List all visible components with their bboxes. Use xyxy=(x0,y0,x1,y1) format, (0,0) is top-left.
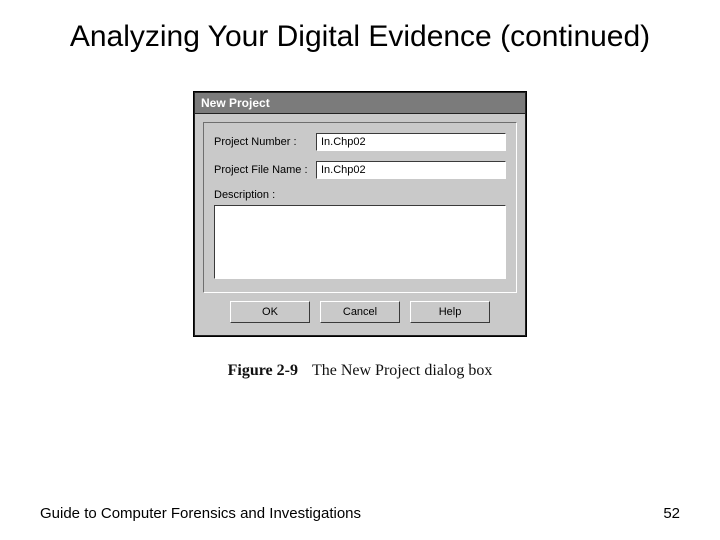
figure-text: The New Project dialog box xyxy=(312,362,492,379)
new-project-dialog: New Project Project Number : Project Fil… xyxy=(194,92,526,336)
page-title: Analyzing Your Digital Evidence (continu… xyxy=(40,18,680,56)
dialog-figure: New Project Project Number : Project Fil… xyxy=(40,92,680,380)
dialog-button-row: OK Cancel Help xyxy=(195,301,525,335)
project-number-input[interactable] xyxy=(316,133,506,151)
project-number-row: Project Number : xyxy=(214,133,506,151)
dialog-titlebar: New Project xyxy=(195,93,525,114)
figure-caption: Figure 2-9 The New Project dialog box xyxy=(228,362,493,380)
cancel-button[interactable]: Cancel xyxy=(320,301,400,323)
figure-label: Figure 2-9 xyxy=(228,362,298,379)
ok-button[interactable]: OK xyxy=(230,301,310,323)
project-file-name-label: Project File Name : xyxy=(214,164,316,176)
description-input[interactable] xyxy=(214,205,506,279)
slide: Analyzing Your Digital Evidence (continu… xyxy=(0,0,720,540)
book-title: Guide to Computer Forensics and Investig… xyxy=(40,505,361,522)
project-number-label: Project Number : xyxy=(214,136,316,148)
slide-footer: Guide to Computer Forensics and Investig… xyxy=(40,505,680,522)
project-file-name-row: Project File Name : xyxy=(214,161,506,179)
page-number: 52 xyxy=(663,505,680,522)
help-button[interactable]: Help xyxy=(410,301,490,323)
project-file-name-input[interactable] xyxy=(316,161,506,179)
dialog-panel: Project Number : Project File Name : Des… xyxy=(203,122,517,293)
description-label: Description : xyxy=(214,189,506,201)
